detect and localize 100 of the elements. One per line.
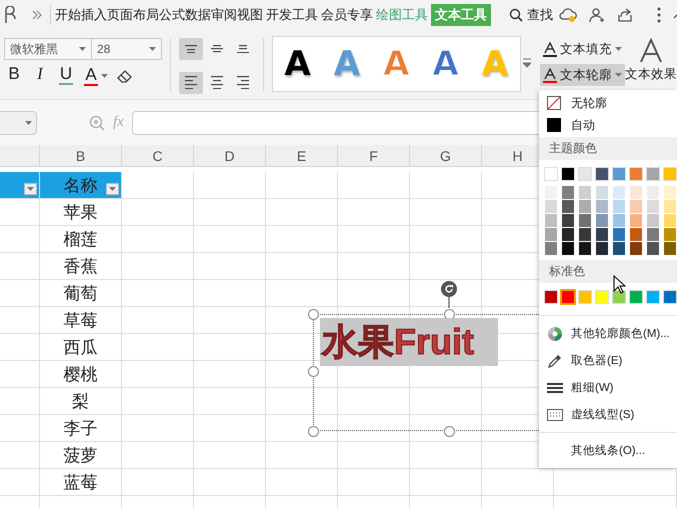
color-swatch[interactable] xyxy=(647,186,659,199)
color-swatch[interactable] xyxy=(664,242,676,255)
color-swatch[interactable] xyxy=(579,200,591,213)
color-swatch[interactable] xyxy=(647,200,659,213)
align-button[interactable] xyxy=(178,38,203,60)
color-swatch[interactable] xyxy=(613,200,625,213)
color-swatch[interactable] xyxy=(630,168,642,180)
resize-handle[interactable] xyxy=(444,308,454,320)
color-swatch[interactable] xyxy=(664,291,676,303)
color-swatch[interactable] xyxy=(613,291,625,303)
text-style-option[interactable]: A xyxy=(278,44,317,84)
column-header[interactable]: E xyxy=(266,145,338,167)
search-button[interactable]: 查找 xyxy=(503,5,559,25)
color-swatch[interactable] xyxy=(596,200,608,213)
ribbon-tab[interactable]: 插入 xyxy=(81,4,107,26)
color-swatch[interactable] xyxy=(630,291,642,303)
column-header[interactable]: C xyxy=(122,145,194,167)
share-icon[interactable] xyxy=(617,7,633,23)
color-swatch[interactable] xyxy=(562,200,574,213)
color-swatch[interactable] xyxy=(596,186,608,199)
gallery-more-icon[interactable] xyxy=(523,58,532,68)
ribbon-tab[interactable]: 审阅 xyxy=(211,4,237,26)
color-swatch[interactable] xyxy=(630,242,642,255)
color-swatch[interactable] xyxy=(596,242,608,255)
column-header[interactable]: D xyxy=(194,145,266,167)
font-name-field[interactable]: 微软雅黑 xyxy=(4,38,92,60)
resize-handle[interactable] xyxy=(444,426,454,436)
color-swatch[interactable] xyxy=(596,168,608,180)
color-swatch[interactable] xyxy=(613,242,625,255)
color-swatch[interactable] xyxy=(562,168,574,180)
text-box[interactable]: 水果Fruit xyxy=(320,318,498,366)
ribbon-tab[interactable]: 开始 xyxy=(55,4,81,26)
cloud-icon[interactable] xyxy=(559,7,577,23)
color-swatch[interactable] xyxy=(562,291,574,303)
color-swatch[interactable] xyxy=(613,214,625,227)
zoom-icon[interactable] xyxy=(89,114,105,130)
align-button[interactable] xyxy=(178,72,203,94)
filter-button[interactable] xyxy=(24,183,37,195)
name-box[interactable] xyxy=(0,110,37,134)
color-swatch[interactable] xyxy=(647,168,659,180)
color-swatch[interactable] xyxy=(664,200,676,213)
column-header[interactable]: B xyxy=(40,145,122,167)
color-swatch[interactable] xyxy=(545,200,557,213)
color-swatch[interactable] xyxy=(664,186,676,199)
color-swatch[interactable] xyxy=(664,214,676,227)
color-swatch[interactable] xyxy=(545,186,557,199)
color-swatch[interactable] xyxy=(596,214,608,227)
color-swatch[interactable] xyxy=(647,228,659,241)
color-swatch[interactable] xyxy=(596,228,608,241)
ribbon-tab[interactable]: 公式 xyxy=(159,4,185,26)
menu-item[interactable]: 自动 xyxy=(539,114,677,136)
text-outline-button[interactable]: 文本轮廓 xyxy=(540,64,625,86)
column-header[interactable] xyxy=(0,145,40,167)
color-swatch[interactable] xyxy=(562,214,574,227)
color-swatch[interactable] xyxy=(630,200,642,213)
color-swatch[interactable] xyxy=(562,242,574,255)
color-swatch[interactable] xyxy=(630,186,642,199)
color-swatch[interactable] xyxy=(545,228,557,241)
color-swatch[interactable] xyxy=(613,228,625,241)
color-swatch[interactable] xyxy=(579,228,591,241)
ribbon-tab[interactable]: 视图 xyxy=(237,4,263,26)
color-swatch[interactable] xyxy=(613,186,625,199)
text-fill-button[interactable]: 文本填充 xyxy=(540,38,625,60)
column-header[interactable]: F xyxy=(338,145,410,167)
ribbon-tab[interactable]: 会员专享 xyxy=(321,4,373,26)
color-swatch[interactable] xyxy=(630,228,642,241)
column-header[interactable]: G xyxy=(410,145,482,167)
color-swatch[interactable] xyxy=(596,291,608,303)
color-swatch[interactable] xyxy=(579,291,591,303)
resize-handle[interactable] xyxy=(308,366,318,376)
menu-item[interactable]: 虚线线型(S) xyxy=(539,401,677,428)
font-color-button[interactable]: A xyxy=(82,65,110,87)
color-swatch[interactable] xyxy=(562,186,574,199)
menu-item[interactable]: 粗细(W) xyxy=(539,374,677,401)
color-swatch[interactable] xyxy=(562,228,574,241)
italic-button[interactable]: I xyxy=(30,65,50,87)
ribbon-tab[interactable]: 页面布局 xyxy=(107,4,159,26)
menu-item[interactable]: 取色器(E) xyxy=(539,347,677,374)
rotate-handle[interactable] xyxy=(440,280,458,308)
color-swatch[interactable] xyxy=(647,291,659,303)
ribbon-tab[interactable]: 数据 xyxy=(185,4,211,26)
color-swatch[interactable] xyxy=(545,214,557,227)
ribbon-tab[interactable]: 开发工具 xyxy=(266,4,318,26)
color-swatch[interactable] xyxy=(647,214,659,227)
filter-button[interactable] xyxy=(106,183,119,195)
color-swatch[interactable] xyxy=(545,291,557,303)
underline-button[interactable]: U xyxy=(56,65,76,87)
add-user-icon[interactable] xyxy=(589,7,605,23)
color-swatch[interactable] xyxy=(613,168,625,180)
color-swatch[interactable] xyxy=(630,214,642,227)
font-size-field[interactable]: 28 xyxy=(92,38,162,60)
double-chevron-icon[interactable] xyxy=(32,10,42,20)
resize-handle[interactable] xyxy=(308,426,318,436)
color-swatch[interactable] xyxy=(579,242,591,255)
menu-item[interactable]: 其他轮廓颜色(M)... xyxy=(539,320,677,347)
menu-item[interactable]: 其他线条(O)... xyxy=(539,437,677,464)
color-swatch[interactable] xyxy=(579,186,591,199)
color-swatch[interactable] xyxy=(664,228,676,241)
more-icon[interactable] xyxy=(657,7,661,23)
color-swatch[interactable] xyxy=(664,168,676,180)
